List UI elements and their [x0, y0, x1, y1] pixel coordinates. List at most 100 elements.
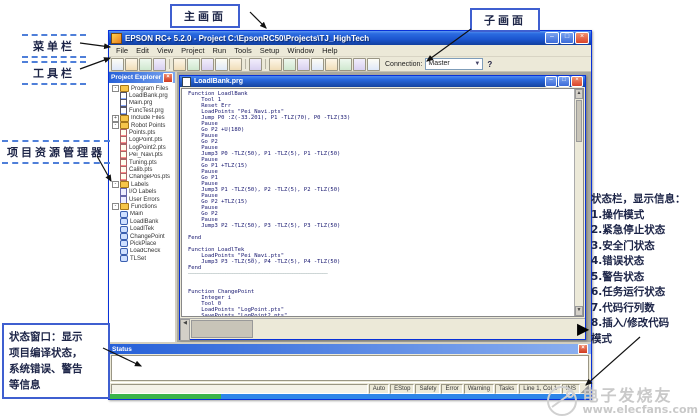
menu-item-edit[interactable]: Edit [132, 46, 153, 55]
undo-icon[interactable] [215, 58, 228, 71]
tree-item[interactable]: Tuning.pts [110, 159, 175, 166]
watermark: 电子发烧友 www.elecfans.com [545, 384, 698, 418]
tree-item[interactable]: -Program Files [110, 85, 175, 92]
tree-item[interactable]: Pei_Navi.pts [110, 152, 175, 159]
new-file-icon[interactable] [249, 58, 262, 71]
menu-item-setup[interactable]: Setup [256, 46, 284, 55]
new-project-icon[interactable] [111, 58, 124, 71]
note-line: 系统错误、警告 [9, 361, 103, 377]
tree-item-label: Robot Points [131, 123, 165, 129]
pts-icon [120, 166, 127, 173]
tree-item[interactable]: FuncTest.prg [110, 107, 175, 114]
scroll-up-icon[interactable]: ▲ [575, 89, 583, 99]
tree-item[interactable]: LogPoint.pts [110, 137, 175, 144]
project-explorer-close-icon[interactable]: × [163, 73, 173, 83]
tree-item-label: LoadlBank [130, 219, 158, 225]
tree-expander-icon[interactable]: - [112, 122, 119, 129]
menu-item-help[interactable]: Help [318, 46, 341, 55]
code-close-button[interactable]: × [571, 76, 583, 87]
scroll-down-icon[interactable]: ▼ [575, 306, 583, 316]
tree-item[interactable]: Main.prg [110, 100, 175, 107]
note-line: 模式 [591, 332, 699, 348]
tree-item[interactable]: +Include Files [110, 115, 175, 122]
tree-item[interactable]: I/O Labels [110, 188, 175, 195]
tree-item-label: User Errors [129, 197, 160, 203]
project-explorer-header[interactable]: Project Explorer × [109, 72, 175, 83]
task-manager-icon[interactable] [325, 58, 338, 71]
pts-icon [120, 174, 127, 181]
tree-item[interactable]: Main [110, 211, 175, 218]
print-icon[interactable] [153, 58, 166, 71]
scroll-left-icon[interactable]: ◀ [180, 319, 190, 341]
tree-item-label: TLSet [130, 256, 146, 262]
prg-icon [120, 107, 127, 114]
project-explorer-panel: Project Explorer × -Program FilesLoadlBa… [109, 72, 177, 342]
tree-item[interactable]: -Functions [110, 203, 175, 210]
command-window-icon[interactable] [339, 58, 352, 71]
menu-item-file[interactable]: File [112, 46, 132, 55]
scroll-right-icon[interactable]: ▶ [577, 319, 585, 339]
tree-item[interactable]: User Errors [110, 196, 175, 203]
menu-item-run[interactable]: Run [209, 46, 231, 55]
operator-window-icon[interactable] [283, 58, 296, 71]
maximize-button[interactable]: □ [560, 32, 574, 44]
io-monitor-icon[interactable] [311, 58, 324, 71]
tree-item[interactable]: ChangePos.pts [110, 174, 175, 181]
status-window-close-icon[interactable]: × [578, 344, 588, 354]
bottom-strip [109, 394, 591, 399]
menu-item-project[interactable]: Project [177, 46, 208, 55]
tree-item[interactable]: Points.pts [110, 129, 175, 136]
code-text-area[interactable]: Function LoadlBank Tool 1 Reset Err Load… [182, 89, 574, 316]
app-window: EPSON RC+ 5.2.0 - Project C:\EpsonRC50\P… [108, 30, 592, 400]
tree-expander-icon[interactable]: - [112, 181, 119, 188]
close-button[interactable]: × [575, 32, 589, 44]
save-icon[interactable] [139, 58, 152, 71]
fn-icon [120, 226, 128, 233]
tree-item[interactable]: LoadlTek [110, 225, 175, 232]
chevron-down-icon[interactable]: ▼ [474, 59, 480, 69]
vision-icon[interactable] [353, 58, 366, 71]
code-minimize-button[interactable]: – [545, 76, 557, 87]
tree-item[interactable]: ChangePoint [110, 233, 175, 240]
open-project-icon[interactable] [125, 58, 138, 71]
code-editor[interactable]: Function LoadlBank Tool 1 Reset Err Load… [181, 88, 584, 317]
copy-icon[interactable] [187, 58, 200, 71]
pts-icon [120, 152, 127, 159]
menu-item-view[interactable]: View [153, 46, 177, 55]
code-window-title-bar[interactable]: LoadlBank.prg – □ × [180, 76, 585, 87]
tree-item[interactable]: - Robot Points [110, 122, 175, 129]
connection-dropdown[interactable]: Master▼ [425, 58, 483, 70]
status-window-title-bar[interactable]: Status × [109, 344, 591, 354]
build-icon[interactable] [367, 58, 380, 71]
prg-icon [120, 100, 127, 107]
fn-icon [120, 211, 128, 218]
tree-item[interactable]: PickPlace [110, 240, 175, 247]
bottom-strip-blue [221, 394, 591, 399]
paste-icon[interactable] [201, 58, 214, 71]
help-icon[interactable]: ? [484, 59, 495, 70]
menu-item-tools[interactable]: Tools [230, 46, 256, 55]
tree-item[interactable]: LoadlBank.prg [110, 92, 175, 99]
tree-expander-icon[interactable]: - [112, 203, 119, 210]
code-maximize-button[interactable]: □ [558, 76, 570, 87]
horizontal-scroll-thumb[interactable] [191, 320, 253, 338]
vertical-scroll-thumb[interactable] [576, 100, 582, 142]
run-window-icon[interactable] [269, 58, 282, 71]
redo-icon[interactable] [229, 58, 242, 71]
cut-icon[interactable] [173, 58, 186, 71]
menu-item-window[interactable]: Window [283, 46, 318, 55]
tree-expander-icon[interactable]: - [112, 85, 119, 92]
tree-item[interactable]: LogPoint2.pts [110, 144, 175, 151]
tree-item[interactable]: Calib.pts [110, 166, 175, 173]
tree-item[interactable]: TLSet [110, 255, 175, 262]
tree-item[interactable]: LoadCheck [110, 248, 175, 255]
title-bar[interactable]: EPSON RC+ 5.2.0 - Project C:\EpsonRC50\P… [109, 31, 591, 45]
tree-expander-icon[interactable]: + [112, 115, 119, 122]
connection-label: Connection: [385, 61, 422, 68]
vertical-scrollbar[interactable]: ▲ ▼ [574, 89, 583, 316]
minimize-button[interactable]: – [545, 32, 559, 44]
horizontal-scrollbar[interactable]: ◀ ▶ [180, 318, 585, 339]
robot-manager-icon[interactable] [297, 58, 310, 71]
tree-item[interactable]: LoadlBank [110, 218, 175, 225]
tree-item[interactable]: -Labels [110, 181, 175, 188]
